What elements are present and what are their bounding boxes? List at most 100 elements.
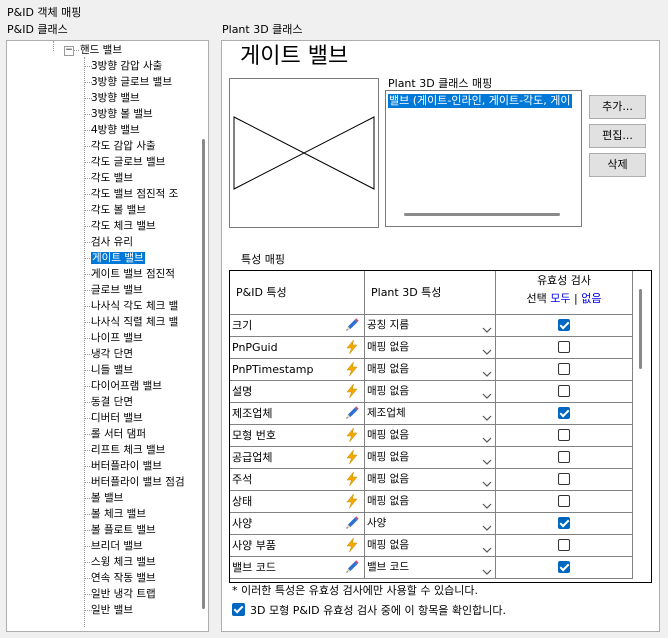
pid-property-cell[interactable]: 모형 번호 bbox=[230, 425, 365, 447]
tree-item[interactable]: 롤 서터 댐퍼 bbox=[91, 426, 146, 442]
mapping-list-item[interactable]: 밸브 (게이트-인라인, 게이트-각도, 게이 bbox=[388, 94, 572, 108]
tree-item[interactable]: 볼 체크 밸브 bbox=[91, 506, 146, 522]
tree-item[interactable]: 브리더 밸브 bbox=[91, 538, 143, 554]
plant3d-property-dropdown[interactable]: 공칭 지름 bbox=[365, 315, 496, 337]
tree-item[interactable]: 일반 밸브 bbox=[91, 602, 133, 618]
chevron-down-icon[interactable] bbox=[482, 563, 492, 575]
validation-checkbox[interactable] bbox=[558, 429, 570, 441]
chevron-down-icon[interactable] bbox=[482, 409, 492, 421]
pid-property-cell[interactable]: 사양 부품 bbox=[230, 535, 365, 557]
chevron-down-icon[interactable] bbox=[482, 365, 492, 377]
grid-row[interactable]: 밸브 코드 밸브 코드 bbox=[230, 557, 633, 579]
tree-item[interactable]: 스윙 체크 밸브 bbox=[91, 554, 156, 570]
pencil-icon[interactable] bbox=[344, 515, 360, 531]
validation-checkbox[interactable] bbox=[558, 319, 570, 331]
lightning-icon[interactable] bbox=[344, 449, 360, 465]
tree-item[interactable]: 나사식 직렬 체크 밸 bbox=[91, 314, 178, 330]
tree-vertical-scrollbar[interactable] bbox=[202, 139, 205, 609]
tree-item[interactable]: 일반 냉각 트랩 bbox=[91, 586, 156, 602]
lightning-icon[interactable] bbox=[344, 537, 360, 553]
lightning-icon[interactable] bbox=[344, 361, 360, 377]
pid-property-cell[interactable]: 설명 bbox=[230, 381, 365, 403]
tree-parent-node[interactable]: 핸드 밸브 bbox=[80, 42, 122, 58]
plant3d-property-dropdown[interactable]: 매핑 없음 bbox=[365, 535, 496, 557]
grid-row[interactable]: 사양 부품 매핑 없음 bbox=[230, 535, 633, 557]
tree-item[interactable]: 각도 체크 밸브 bbox=[91, 218, 156, 234]
plant3d-property-dropdown[interactable]: 매핑 없음 bbox=[365, 359, 496, 381]
pencil-icon[interactable] bbox=[344, 405, 360, 421]
plant3d-property-dropdown[interactable]: 매핑 없음 bbox=[365, 337, 496, 359]
plant3d-property-dropdown[interactable]: 매핑 없음 bbox=[365, 469, 496, 491]
pid-property-cell[interactable]: 공급업체 bbox=[230, 447, 365, 469]
plant3d-property-dropdown[interactable]: 제조업체 bbox=[365, 403, 496, 425]
chevron-down-icon[interactable] bbox=[482, 343, 492, 355]
grid-row[interactable]: 모형 번호 매핑 없음 bbox=[230, 425, 633, 447]
grid-row[interactable]: 공급업체 매핑 없음 bbox=[230, 447, 633, 469]
edit-button[interactable]: 편집... bbox=[589, 124, 646, 148]
grid-row[interactable]: 설명 매핑 없음 bbox=[230, 381, 633, 403]
pid-property-cell[interactable]: 크기 bbox=[230, 315, 365, 337]
chevron-down-icon[interactable] bbox=[482, 431, 492, 443]
lightning-icon[interactable] bbox=[344, 383, 360, 399]
pid-property-cell[interactable]: 상태 bbox=[230, 491, 365, 513]
pid-property-cell[interactable]: PnPGuid bbox=[230, 337, 365, 359]
pid-property-cell[interactable]: 주석 bbox=[230, 469, 365, 491]
pencil-icon[interactable] bbox=[344, 559, 360, 575]
tree-item[interactable]: 게이트 밸브 bbox=[91, 250, 145, 266]
tree-item[interactable]: 연속 작동 밸브 bbox=[91, 570, 156, 586]
validation-checkbox[interactable] bbox=[558, 539, 570, 551]
tree-item[interactable]: 검사 유리 bbox=[91, 234, 133, 250]
tree-item[interactable]: 나사식 각도 체크 밸 bbox=[91, 298, 178, 314]
grid-vertical-scrollbar[interactable] bbox=[639, 289, 642, 369]
tree-item[interactable]: 각도 볼 밸브 bbox=[91, 202, 146, 218]
plant3d-property-dropdown[interactable]: 사양 bbox=[365, 513, 496, 535]
tree-item[interactable]: 나이프 밸브 bbox=[91, 330, 143, 346]
tree-item[interactable]: 리프트 체크 밸브 bbox=[91, 442, 165, 458]
collapse-icon[interactable]: − bbox=[64, 46, 74, 56]
grid-row[interactable]: 크기 공칭 지름 bbox=[230, 315, 633, 337]
lightning-icon[interactable] bbox=[344, 427, 360, 443]
pid-property-cell[interactable]: 밸브 코드 bbox=[230, 557, 365, 579]
chevron-down-icon[interactable] bbox=[482, 497, 492, 509]
lightning-icon[interactable] bbox=[344, 339, 360, 355]
plant3d-property-dropdown[interactable]: 밸브 코드 bbox=[365, 557, 496, 579]
lightning-icon[interactable] bbox=[344, 471, 360, 487]
select-all-link[interactable]: 모두 bbox=[550, 292, 570, 305]
pid-property-cell[interactable]: 사양 bbox=[230, 513, 365, 535]
lightning-icon[interactable] bbox=[344, 493, 360, 509]
tree-item[interactable]: 각도 감압 사출 bbox=[91, 138, 156, 154]
pid-class-tree[interactable]: − 핸드 밸브 3방향 감압 사출 3방향 글로브 밸브 3방향 밸브 3방향 볼 밸… bbox=[6, 40, 209, 632]
validate-in-3d-checkbox[interactable] bbox=[232, 603, 245, 616]
plant3d-property-dropdown[interactable]: 매핑 없음 bbox=[365, 447, 496, 469]
mapping-list[interactable]: 밸브 (게이트-인라인, 게이트-각도, 게이 bbox=[385, 90, 582, 227]
grid-row[interactable]: PnPGuid 매핑 없음 bbox=[230, 337, 633, 359]
pid-property-cell[interactable]: 제조업체 bbox=[230, 403, 365, 425]
col-header-plant3d[interactable]: Plant 3D 특성 bbox=[365, 271, 496, 315]
chevron-down-icon[interactable] bbox=[482, 453, 492, 465]
tree-item[interactable]: 버터플라이 밸브 점검 bbox=[91, 474, 185, 490]
tree-item[interactable]: 볼 플로트 밸브 bbox=[91, 522, 156, 538]
pencil-icon[interactable] bbox=[344, 317, 360, 333]
chevron-down-icon[interactable] bbox=[482, 519, 492, 531]
tree-item[interactable]: 각도 밸브 bbox=[91, 170, 133, 186]
plant3d-property-dropdown[interactable]: 매핑 없음 bbox=[365, 425, 496, 447]
validation-checkbox[interactable] bbox=[558, 341, 570, 353]
chevron-down-icon[interactable] bbox=[482, 321, 492, 333]
grid-row[interactable]: PnPTimestamp 매핑 없음 bbox=[230, 359, 633, 381]
delete-button[interactable]: 삭제 bbox=[589, 153, 646, 177]
tree-item[interactable]: 글로브 밸브 bbox=[91, 282, 143, 298]
tree-item[interactable]: 니들 밸브 bbox=[91, 362, 133, 378]
tree-item[interactable]: 냉각 단면 bbox=[91, 346, 133, 362]
tree-item[interactable]: 3방향 밸브 bbox=[91, 90, 140, 106]
validation-checkbox[interactable] bbox=[558, 473, 570, 485]
tree-item[interactable]: 3방향 글로브 밸브 bbox=[91, 74, 172, 90]
tree-item[interactable]: 디버터 밸브 bbox=[91, 410, 143, 426]
validation-checkbox[interactable] bbox=[558, 561, 570, 573]
tree-item[interactable]: 각도 밸브 점진적 조 bbox=[91, 186, 178, 202]
tree-item[interactable]: 게이트 밸브 점진적 bbox=[91, 266, 175, 282]
tree-item[interactable]: 볼 밸브 bbox=[91, 490, 123, 506]
tree-item[interactable]: 다이어프램 밸브 bbox=[91, 378, 162, 394]
plant3d-property-dropdown[interactable]: 매핑 없음 bbox=[365, 381, 496, 403]
grid-row[interactable]: 제조업체 제조업체 bbox=[230, 403, 633, 425]
validation-checkbox[interactable] bbox=[558, 517, 570, 529]
